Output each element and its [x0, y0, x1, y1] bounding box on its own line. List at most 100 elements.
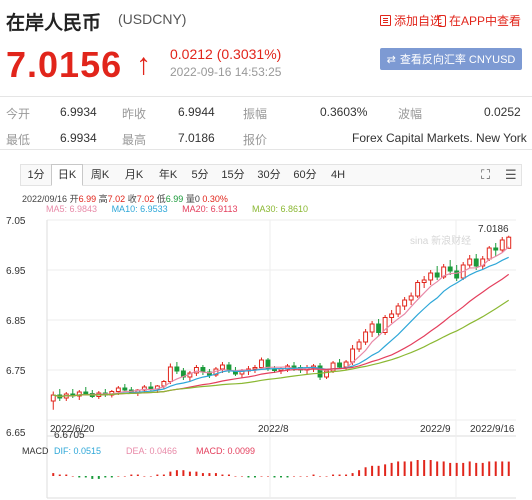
tab-30min[interactable]: 30分	[251, 165, 287, 185]
ohlc-vol: 0	[194, 194, 200, 204]
macd-bar	[507, 461, 510, 476]
candle-body	[499, 239, 505, 251]
macd-bar	[143, 476, 146, 477]
ma30-value: MA30: 6.8610	[252, 204, 309, 214]
candle-body	[421, 279, 427, 283]
tab-4h[interactable]: 4H	[323, 165, 353, 185]
header: 在岸人民币 (USDCNY) 添加自选 在APP中查看	[0, 0, 532, 40]
candle-body	[219, 364, 225, 370]
macd-bar	[501, 461, 504, 476]
source-value: Forex Capital Markets. New York	[352, 131, 527, 145]
candle-body	[167, 366, 173, 382]
macd-bar	[182, 470, 185, 476]
tab-5min[interactable]: 5分	[185, 165, 215, 185]
candle-body	[415, 282, 421, 297]
quote-stats: 今开 6.9934 昨收 6.9944 振幅 0.3603% 波幅 0.0252…	[0, 96, 532, 150]
ohlc-low: 6.99	[165, 194, 184, 204]
candle-body	[376, 323, 382, 333]
open-in-app-label: 在APP中查看	[449, 14, 522, 28]
macd-bar	[208, 473, 211, 476]
tab-yearly[interactable]: 年K	[151, 165, 185, 185]
max-price-label: 7.0186	[478, 224, 509, 235]
y-tick-label: 6.65	[6, 428, 26, 439]
macd-bar	[332, 474, 335, 476]
macd-bar	[221, 474, 224, 476]
candle-body	[506, 236, 512, 249]
macd-histogram	[52, 460, 510, 479]
macd-bar	[253, 476, 256, 478]
open-value: 6.9934	[60, 105, 97, 119]
macd-bar	[286, 476, 289, 478]
add-favorite-button[interactable]: 添加自选	[380, 12, 442, 29]
macd-bar	[169, 471, 172, 476]
candle-body	[115, 387, 121, 392]
candle-body	[473, 258, 479, 267]
candle-body	[278, 368, 284, 371]
macd-bar	[488, 461, 491, 476]
candle-body	[428, 272, 434, 281]
macd-dea: DEA: 0.0466	[126, 446, 177, 456]
candle-body	[389, 313, 395, 318]
kline-chart[interactable]: sina 新浪财经 7.05 6.95 6.85 6.75 6.65 2022/…	[0, 214, 532, 500]
y-tick-label: 6.95	[6, 266, 26, 277]
macd-bar	[123, 476, 126, 477]
candle-body	[454, 270, 460, 279]
macd-bar	[266, 476, 269, 477]
macd-bar	[293, 476, 296, 477]
prev-close-label: 昨收	[122, 107, 147, 121]
macd-bar	[319, 476, 322, 477]
candle-body	[148, 386, 154, 390]
tab-monthly[interactable]: 月K	[117, 165, 151, 185]
candle-body	[259, 359, 264, 368]
macd-bar	[423, 460, 426, 476]
macd-bar	[201, 473, 204, 476]
macd-bar	[436, 461, 439, 476]
macd-bar	[91, 476, 94, 479]
candle-body	[408, 295, 414, 301]
macd-bar	[397, 461, 400, 476]
macd-bar	[358, 470, 361, 476]
tab-weekly[interactable]: 周K	[83, 165, 117, 185]
candle-body	[447, 266, 453, 272]
macd-bar	[429, 460, 432, 476]
macd-bar	[273, 476, 276, 478]
macd-bar	[449, 462, 452, 476]
macd-bar	[71, 476, 74, 477]
tab-daily[interactable]: 日K	[51, 164, 83, 186]
ohlc-high: 7.02	[107, 194, 126, 204]
macd-bar	[84, 476, 87, 478]
macd-bar	[97, 476, 100, 479]
macd-bar	[345, 474, 348, 476]
menu-icon[interactable]: ☰	[505, 168, 517, 181]
swap-icon: ⇄	[386, 53, 396, 66]
macd-bar	[442, 461, 445, 476]
min-price-label: 6.6705	[54, 430, 85, 441]
fullscreen-icon[interactable]: ⛶	[481, 168, 490, 181]
tab-60min[interactable]: 60分	[287, 165, 323, 185]
candle-body	[174, 366, 180, 372]
macd-bar	[306, 476, 309, 477]
macd-bar	[494, 461, 497, 476]
tab-15min[interactable]: 15分	[215, 165, 251, 185]
macd-bar	[104, 476, 107, 478]
phone-icon	[438, 14, 446, 27]
macd-bar	[403, 461, 406, 476]
y-tick-label: 7.05	[6, 216, 26, 227]
add-list-icon	[380, 15, 391, 26]
macd-bar	[188, 471, 191, 476]
candle-body	[83, 391, 89, 394]
candle-body	[467, 258, 473, 266]
ohlc-date: 2022/09/16	[22, 194, 68, 204]
macd-bar	[351, 473, 354, 476]
ohlc-pct: 0.30%	[202, 194, 228, 204]
macd-bar	[468, 461, 471, 476]
open-in-app-link[interactable]: 在APP中查看	[438, 12, 521, 29]
macd-bar	[312, 474, 315, 476]
reverse-rate-button[interactable]: ⇄ 查看反向汇率 CNYUSD	[380, 48, 522, 70]
source-label: 报价	[243, 133, 268, 147]
tab-1min[interactable]: 1分	[21, 165, 51, 185]
ma30-line	[53, 299, 510, 398]
macd-bar	[227, 474, 230, 476]
prev-close-value: 6.9944	[178, 105, 215, 119]
candle-body	[493, 247, 499, 251]
